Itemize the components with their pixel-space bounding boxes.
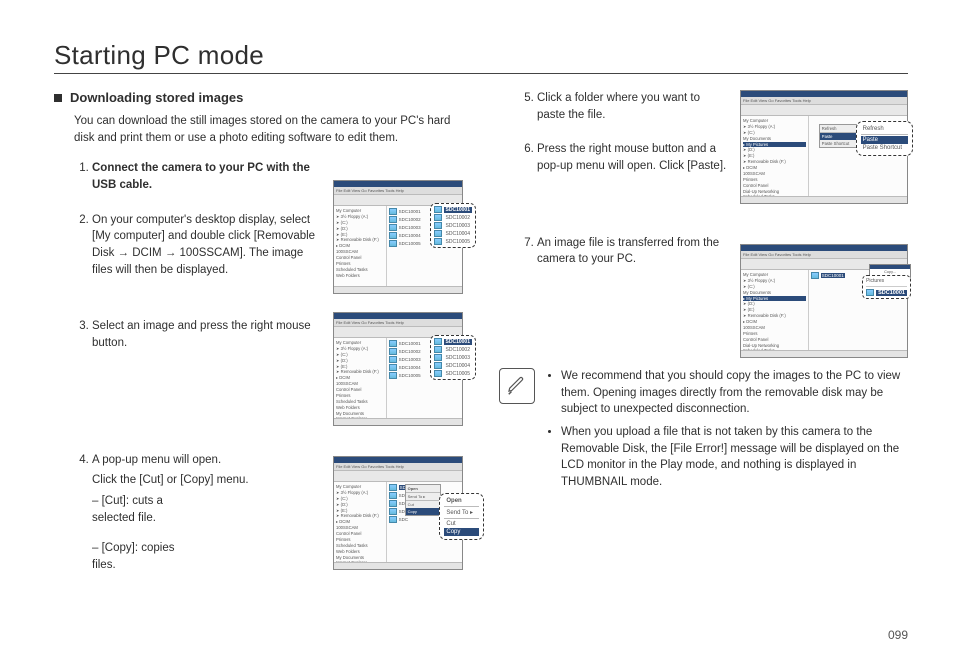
note-list: We recommend that you should copy the im… [545, 368, 908, 497]
page: Starting PC mode Downloading stored imag… [0, 0, 954, 660]
step-1-text: Connect the camera to your PC with the U… [92, 162, 310, 191]
step-4-dashes: [Cut]: cuts a selected file. [Copy]: cop… [92, 493, 323, 574]
step-4-sub: Click the [Cut] or [Copy] menu. [92, 472, 323, 489]
ctx-open: Open [444, 497, 479, 505]
ctx-sendto: Send To ▸ [444, 508, 479, 517]
file-list-callout: SDC10001 SDC10002 SDC10003 SDC10004 SDC1… [430, 335, 476, 380]
step-6-text: Press the right mouse button and a pop-u… [537, 143, 726, 172]
step-4-copy: [Copy]: copies files. [92, 540, 323, 573]
section-heading: Downloading stored images [54, 90, 463, 105]
step-4-cut: [Cut]: cuts a selected file. [92, 493, 323, 526]
thumb-step-2: File Edit View Go Favorites Tools Help M… [333, 180, 463, 294]
note-icon [499, 368, 535, 404]
page-title: Starting PC mode [54, 40, 908, 74]
step-7-text: An image file is transferred from the ca… [537, 237, 719, 266]
section-title: Downloading stored images [70, 90, 243, 105]
context-menu-callout: Open Send To ▸ Cut Copy [439, 493, 484, 540]
content-columns: Downloading stored images You can downlo… [54, 90, 908, 588]
ctx-paste-shortcut: Paste Shortcut [861, 144, 908, 152]
folder-tree: My Computer ➤ 3½ Floppy (A:) ➤ (C:) ➤ (D… [334, 206, 387, 286]
page-number: 099 [888, 628, 908, 642]
left-thumbnails: File Edit View Go Favorites Tools Help M… [333, 180, 463, 588]
pictures-callout: Pictures SDC10001 [862, 275, 911, 299]
ctx-cut: Cut [444, 520, 479, 528]
file-list-callout: SDC10001 SDC10002 SDC10003 SDC10004 SDC1… [430, 203, 476, 248]
step-5-text: Click a folder where you want to paste t… [537, 92, 700, 121]
thumb-step-7: File Edit View Go Favorites Tools Help M… [740, 244, 908, 358]
thumb-step-3: File Edit View Go Favorites Tools Help M… [333, 312, 463, 426]
pictures-label: Pictures [866, 278, 907, 284]
thumb-step-4: File Edit View Go Favorites Tools Help M… [333, 456, 463, 570]
note-item-2: When you upload a file that is not taken… [561, 424, 908, 491]
thumb-step-5-6: File Edit View Go Favorites Tools Help M… [740, 90, 908, 204]
step-2-text: On your computer's desktop display, sele… [92, 214, 315, 276]
ctx-copy: Copy [444, 528, 479, 536]
note-block: We recommend that you should copy the im… [499, 368, 908, 497]
thumb-menu: File Edit View Go Favorites Tools Help [334, 319, 462, 327]
section-intro: You can download the still images stored… [74, 113, 463, 146]
paste-menu-callout: Refresh Paste Paste Shortcut [856, 121, 913, 156]
thumb-menu: File Edit View Go Favorites Tools Help [334, 187, 462, 195]
ctx-refresh: Refresh [861, 125, 908, 133]
transferred-file: SDC10001 [876, 290, 907, 296]
right-column: Click a folder where you want to paste t… [499, 90, 908, 588]
right-thumbnails: File Edit View Go Favorites Tools Help M… [740, 90, 908, 376]
step-3-text: Select an image and press the right mous… [92, 320, 311, 349]
step-4-text: A pop-up menu will open. [92, 454, 221, 466]
left-column: Downloading stored images You can downlo… [54, 90, 463, 588]
square-bullet-icon [54, 94, 62, 102]
ctx-paste: Paste [861, 136, 908, 144]
